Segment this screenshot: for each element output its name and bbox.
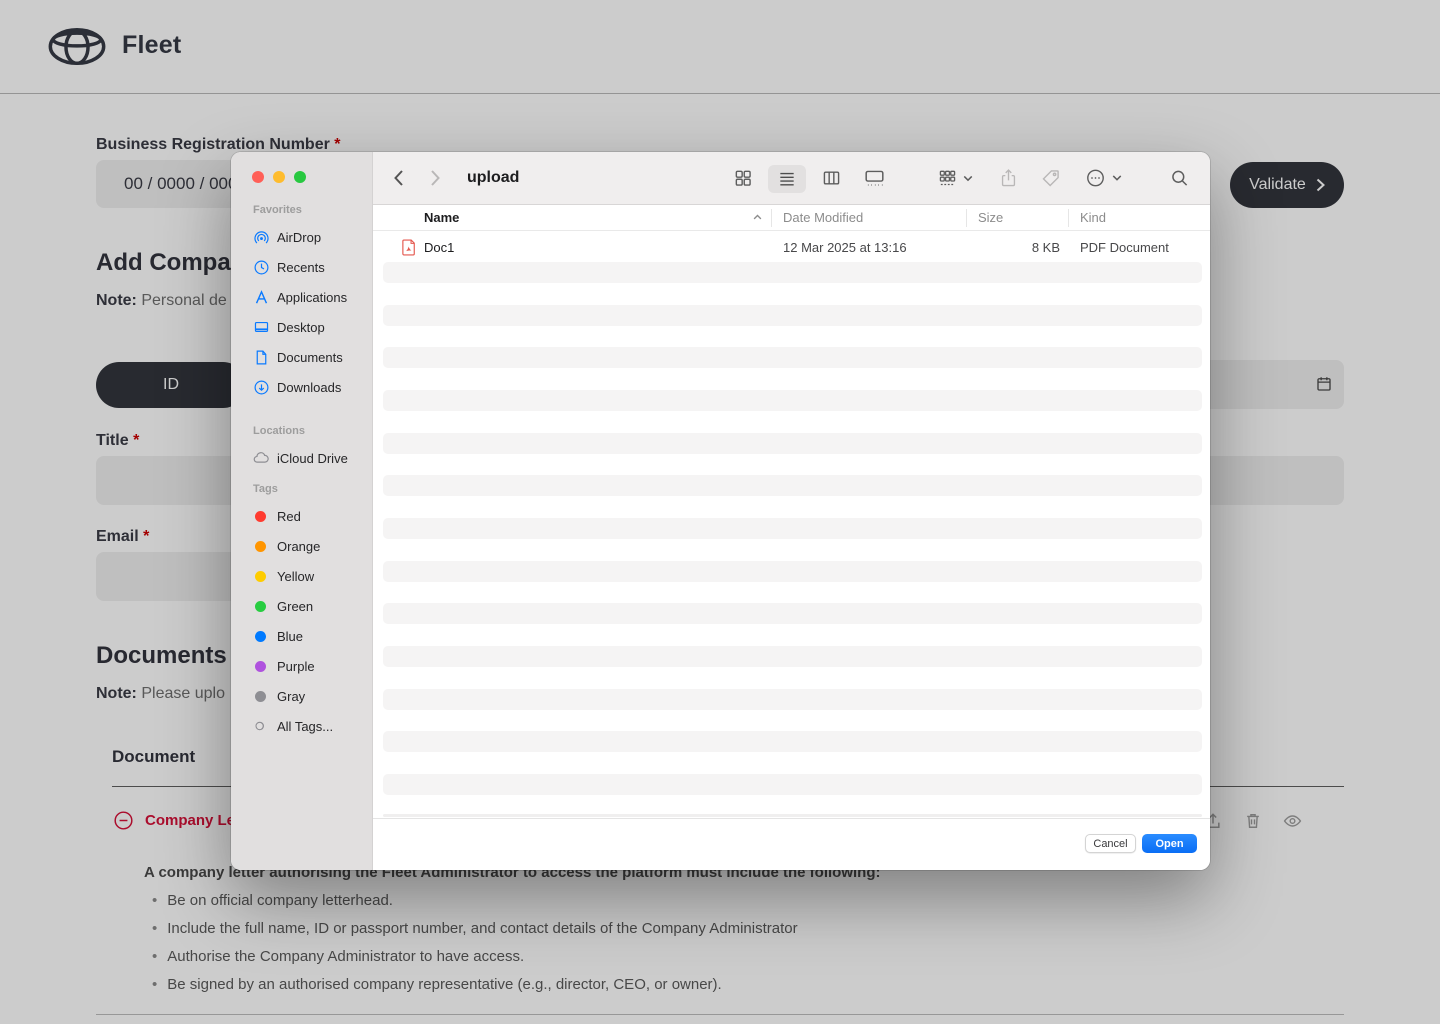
- applications-icon: [252, 288, 270, 306]
- tag-dot: [255, 601, 266, 612]
- search-icon[interactable]: [1170, 169, 1189, 188]
- desktop-icon: [252, 318, 270, 336]
- file-size: 8 KB: [966, 240, 1060, 255]
- file-name: Doc1: [424, 240, 454, 255]
- tag-dot: [255, 571, 266, 582]
- empty-row: [383, 390, 1202, 411]
- empty-row: [383, 689, 1202, 710]
- list-view-icon: [777, 169, 797, 189]
- file-row-doc1[interactable]: Doc1 12 Mar 2025 at 13:16 8 KB PDF Docum…: [373, 236, 1210, 260]
- sidebar-tag-blue[interactable]: Blue: [231, 621, 372, 651]
- sidebar-item-icloud-drive[interactable]: iCloud Drive: [231, 443, 372, 473]
- download-icon: [252, 378, 270, 396]
- tag-dot: [255, 511, 266, 522]
- locations-header: Locations: [231, 425, 372, 443]
- list-view-button[interactable]: [768, 165, 806, 193]
- finder-open-dialog: Favorites AirDrop Recents: [231, 152, 1210, 870]
- empty-row: [383, 518, 1202, 539]
- icloud-icon: [252, 449, 270, 467]
- cancel-button[interactable]: Cancel: [1085, 834, 1136, 853]
- sidebar-tag-purple[interactable]: Purple: [231, 651, 372, 681]
- tag-dot: [255, 631, 266, 642]
- more-options-button[interactable]: [1085, 168, 1122, 189]
- zoom-window-button[interactable]: [294, 171, 306, 183]
- chevron-down-icon: [963, 175, 973, 182]
- sidebar-item-documents[interactable]: Documents: [231, 342, 372, 372]
- sidebar-tag-orange[interactable]: Orange: [231, 531, 372, 561]
- minimize-window-button[interactable]: [273, 171, 285, 183]
- pdf-file-icon: [402, 239, 416, 256]
- open-button[interactable]: Open: [1142, 834, 1197, 853]
- back-button[interactable]: [393, 169, 404, 187]
- empty-row: [383, 347, 1202, 368]
- file-kind: PDF Document: [1080, 240, 1169, 255]
- sidebar-item-all-tags[interactable]: All Tags...: [231, 711, 372, 741]
- column-view-button[interactable]: [821, 168, 842, 188]
- file-list: Doc1 12 Mar 2025 at 13:16 8 KB PDF Docum…: [373, 231, 1210, 818]
- empty-row: [383, 814, 1202, 817]
- empty-row: [383, 305, 1202, 326]
- chevron-down-icon: [1112, 175, 1122, 182]
- column-kind[interactable]: Kind: [1080, 210, 1106, 225]
- sidebar-item-downloads[interactable]: Downloads: [231, 372, 372, 402]
- empty-row: [383, 646, 1202, 667]
- sidebar-item-airdrop[interactable]: AirDrop: [231, 222, 372, 252]
- sidebar-item-recents[interactable]: Recents: [231, 252, 372, 282]
- sort-asc-icon: [753, 214, 762, 220]
- sidebar-tag-gray[interactable]: Gray: [231, 681, 372, 711]
- sidebar-item-applications[interactable]: Applications: [231, 282, 372, 312]
- column-size[interactable]: Size: [978, 210, 1003, 225]
- tags-button[interactable]: [1041, 168, 1061, 188]
- column-date-modified[interactable]: Date Modified: [783, 210, 863, 225]
- sidebar-tag-red[interactable]: Red: [231, 501, 372, 531]
- empty-row: [383, 433, 1202, 454]
- tag-dot: [255, 541, 266, 552]
- document-icon: [252, 348, 270, 366]
- clock-icon: [252, 258, 270, 276]
- forward-button[interactable]: [430, 169, 441, 187]
- finder-main-panel: upload: [373, 152, 1210, 870]
- tag-dot: [255, 691, 266, 702]
- list-column-headers: Name Date Modified Size Kind: [373, 205, 1210, 231]
- tags-header: Tags: [231, 483, 372, 501]
- all-tags-icon: [252, 717, 270, 735]
- share-button[interactable]: [999, 168, 1018, 189]
- column-name[interactable]: Name: [424, 210, 459, 225]
- dialog-title: upload: [467, 169, 519, 187]
- finder-sidebar: Favorites AirDrop Recents: [231, 152, 373, 870]
- empty-row: [383, 603, 1202, 624]
- tag-dot: [255, 661, 266, 672]
- empty-row: [383, 561, 1202, 582]
- finder-toolbar: upload: [373, 152, 1210, 205]
- favorites-header: Favorites: [231, 204, 372, 222]
- sidebar-tag-green[interactable]: Green: [231, 591, 372, 621]
- file-date-modified: 12 Mar 2025 at 13:16: [783, 240, 907, 255]
- empty-row: [383, 262, 1202, 283]
- gallery-view-button[interactable]: [863, 168, 886, 189]
- group-by-button[interactable]: [937, 168, 973, 188]
- icon-view-button[interactable]: [733, 168, 753, 188]
- sidebar-tag-yellow[interactable]: Yellow: [231, 561, 372, 591]
- close-window-button[interactable]: [252, 171, 264, 183]
- empty-row: [383, 774, 1202, 795]
- airdrop-icon: [252, 228, 270, 246]
- sidebar-item-desktop[interactable]: Desktop: [231, 312, 372, 342]
- empty-row: [383, 731, 1202, 752]
- dialog-footer: Cancel Open: [373, 818, 1210, 870]
- empty-row: [383, 475, 1202, 496]
